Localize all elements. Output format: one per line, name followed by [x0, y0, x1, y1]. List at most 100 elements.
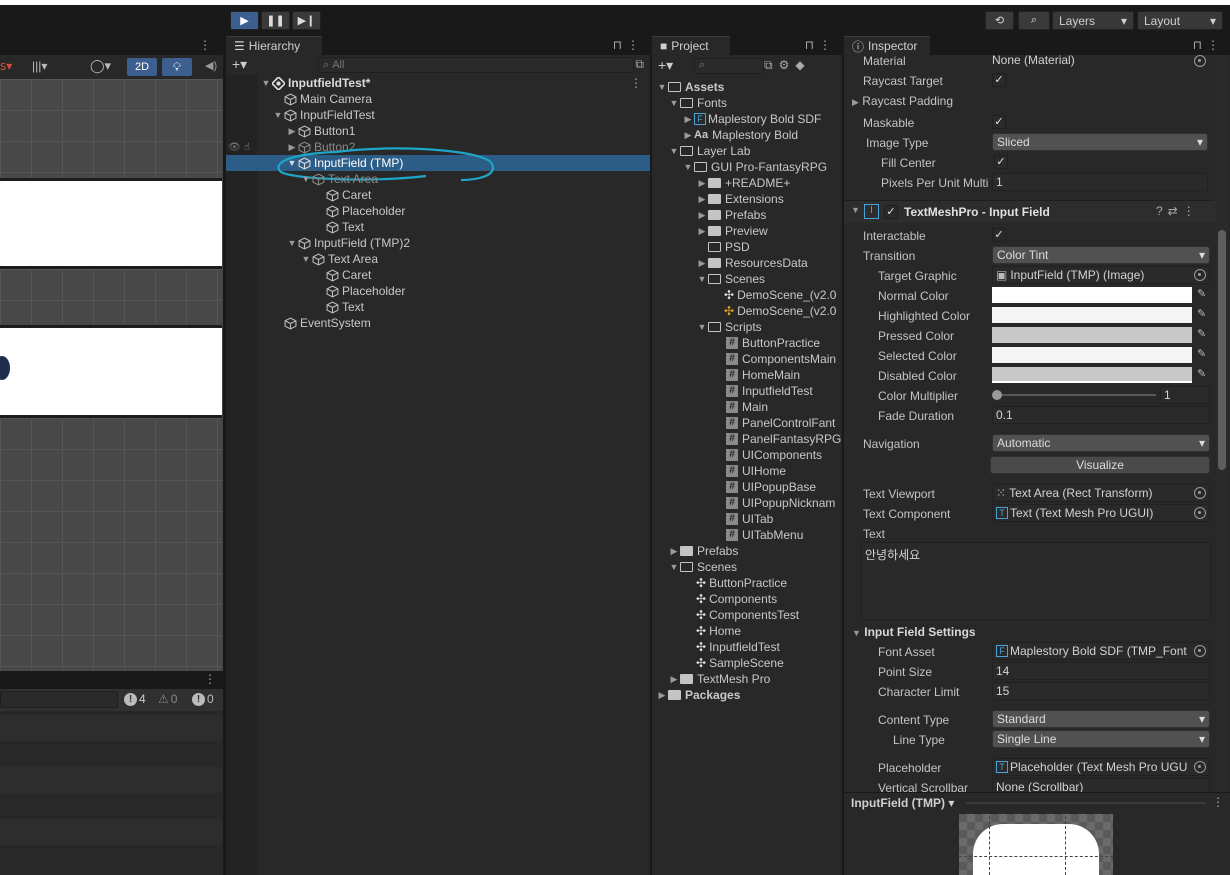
- component-enabled-checkbox[interactable]: ✓: [884, 205, 898, 219]
- scene-grid[interactable]: [0, 418, 222, 671]
- create-asset-button[interactable]: +▾: [658, 57, 673, 74]
- panel-splitter[interactable]: [650, 36, 652, 875]
- object-picker-icon[interactable]: [1194, 487, 1206, 499]
- project-search-input[interactable]: ⌕: [694, 58, 764, 74]
- search-filter-icon[interactable]: ⧉: [635, 57, 644, 72]
- slider-handle[interactable]: [992, 390, 1002, 400]
- preview-drag-handle[interactable]: [966, 802, 1206, 804]
- project-item[interactable]: ▼ Scenes: [652, 559, 842, 575]
- 2d-toggle-button[interactable]: 2D: [127, 58, 157, 76]
- maskable-checkbox[interactable]: ✓: [992, 115, 1006, 129]
- play-button[interactable]: ▶: [230, 11, 259, 30]
- inspector-scrollbar[interactable]: [1216, 55, 1228, 795]
- project-item[interactable]: # UIHome: [652, 463, 842, 479]
- content-type-dropdown[interactable]: Standard ▾: [992, 710, 1210, 728]
- object-picker-icon[interactable]: [1194, 55, 1206, 67]
- interactable-checkbox[interactable]: ✓: [992, 228, 1006, 242]
- hierarchy-item[interactable]: Placeholder: [226, 203, 650, 219]
- project-item[interactable]: ▶ Extensions: [652, 191, 842, 207]
- visibility-eye-icon[interactable]: 👁︎: [228, 142, 241, 153]
- selected-color-swatch[interactable]: [992, 347, 1192, 363]
- layout-dropdown[interactable]: Layout ▾: [1137, 11, 1223, 30]
- project-item[interactable]: ✣ DemoScene_(v2.0: [652, 303, 842, 319]
- project-item[interactable]: ▶ +README+: [652, 175, 842, 191]
- project-item[interactable]: ▼ Scenes: [652, 271, 842, 287]
- scene-grid[interactable]: [0, 79, 222, 179]
- lock-icon[interactable]: ⊓⋮: [805, 38, 836, 52]
- eyedropper-icon[interactable]: ✎: [1197, 307, 1211, 321]
- chevron-down-icon[interactable]: ▼: [300, 174, 312, 184]
- project-item[interactable]: ✣ Components: [652, 591, 842, 607]
- project-item[interactable]: ▼ GUI Pro-FantasyRPG: [652, 159, 842, 175]
- fill-center-checkbox[interactable]: ✓: [994, 155, 1008, 169]
- scene-view[interactable]: ⋮ ꜱ▾ |||▾ ◯▾ 2D 💡︎ ◀): [0, 36, 224, 671]
- project-item[interactable]: # Main: [652, 399, 842, 415]
- add-object-button[interactable]: +▾: [232, 56, 247, 73]
- project-item[interactable]: ✣ SampleScene: [652, 655, 842, 671]
- console-row[interactable]: [0, 793, 222, 819]
- history-button[interactable]: ⟲: [985, 11, 1014, 30]
- chevron-right-icon[interactable]: ▶: [696, 178, 708, 189]
- project-item[interactable]: ✣ Home: [652, 623, 842, 639]
- char-limit-input[interactable]: 15: [992, 682, 1210, 700]
- chevron-down-icon[interactable]: ▼: [682, 162, 694, 172]
- lighting-toggle-button[interactable]: 💡︎: [162, 58, 192, 76]
- chevron-right-icon[interactable]: ▶: [682, 130, 694, 141]
- color-multiplier-input[interactable]: 1: [1160, 386, 1210, 404]
- console-row[interactable]: [0, 767, 222, 793]
- chevron-down-icon[interactable]: ▼: [851, 205, 860, 215]
- chevron-right-icon[interactable]: ▶: [286, 126, 298, 137]
- info-count-badge[interactable]: ! 0: [192, 692, 214, 706]
- hierarchy-item[interactable]: ▼ Text Area: [226, 171, 650, 187]
- project-item[interactable]: ▶ TextMesh Pro: [652, 671, 842, 687]
- project-item[interactable]: ▶ Preview: [652, 223, 842, 239]
- project-item[interactable]: # InputfieldTest: [652, 383, 842, 399]
- object-picker-icon[interactable]: [1194, 507, 1206, 519]
- raycast-padding-label[interactable]: ▶ Raycast Padding: [852, 94, 953, 108]
- project-item[interactable]: ▼ Layer Lab: [652, 143, 842, 159]
- hierarchy-item[interactable]: Caret: [226, 187, 650, 203]
- chevron-right-icon[interactable]: ▶: [668, 674, 680, 685]
- chevron-right-icon[interactable]: ▶: [696, 210, 708, 221]
- scene-root-row[interactable]: ▼ InputfieldTest* ⋮: [226, 75, 650, 91]
- project-item[interactable]: ▶ F Maplestory Bold SDF: [652, 111, 842, 127]
- chevron-right-icon[interactable]: ▶: [682, 114, 694, 125]
- filter-icons[interactable]: ⧉⚙◆: [764, 58, 811, 73]
- project-item[interactable]: ✣ ButtonPractice: [652, 575, 842, 591]
- gizmo-icon[interactable]: ꜱ▾: [0, 59, 12, 73]
- error-count-badge[interactable]: ! 4: [124, 692, 146, 706]
- project-item[interactable]: # UIPopupBase: [652, 479, 842, 495]
- fade-duration-input[interactable]: 0.1: [992, 406, 1210, 424]
- project-item[interactable]: ✣ InputfieldTest: [652, 639, 842, 655]
- panel-splitter[interactable]: [842, 36, 844, 875]
- image-type-dropdown[interactable]: Sliced ▾: [992, 133, 1208, 151]
- console-row[interactable]: [0, 819, 222, 845]
- scrollbar-thumb[interactable]: [1218, 230, 1226, 470]
- chevron-down-icon[interactable]: ▼: [696, 274, 708, 284]
- hierarchy-item[interactable]: EventSystem: [226, 315, 650, 331]
- step-button[interactable]: ▶❙: [292, 11, 321, 30]
- lock-icon[interactable]: ⊓⋮: [613, 38, 644, 52]
- more-options-icon[interactable]: ⋮: [199, 38, 216, 52]
- highlighted-color-swatch[interactable]: [992, 307, 1192, 323]
- hierarchy-item[interactable]: Main Camera: [226, 91, 650, 107]
- project-item[interactable]: ▼ Scripts: [652, 319, 842, 335]
- chevron-down-icon[interactable]: ▼: [300, 254, 312, 264]
- grid-snap-icon[interactable]: |||▾: [32, 59, 47, 73]
- component-menu-icons[interactable]: ?⇄⋮: [1156, 204, 1200, 218]
- project-item[interactable]: # ButtonPractice: [652, 335, 842, 351]
- chevron-down-icon[interactable]: ▼: [668, 562, 680, 572]
- console-row[interactable]: [0, 715, 222, 741]
- more-options-icon[interactable]: ⋮: [1212, 795, 1224, 809]
- lock-icon[interactable]: ⊓⋮: [1193, 38, 1224, 52]
- text-component-field[interactable]: T Text (Text Mesh Pro UGUI): [992, 504, 1210, 522]
- shading-mode-icon[interactable]: ◯▾: [90, 58, 111, 74]
- panel-splitter[interactable]: [223, 36, 225, 875]
- chevron-right-icon[interactable]: ▶: [668, 546, 680, 557]
- project-item[interactable]: ▶ Aa Maplestory Bold: [652, 127, 842, 143]
- project-item[interactable]: ▼ Assets: [652, 79, 842, 95]
- material-value[interactable]: None (Material): [992, 51, 1075, 69]
- point-size-input[interactable]: 14: [992, 662, 1210, 680]
- project-item[interactable]: # UITabMenu: [652, 527, 842, 543]
- tab-project[interactable]: ■ Project: [652, 36, 730, 55]
